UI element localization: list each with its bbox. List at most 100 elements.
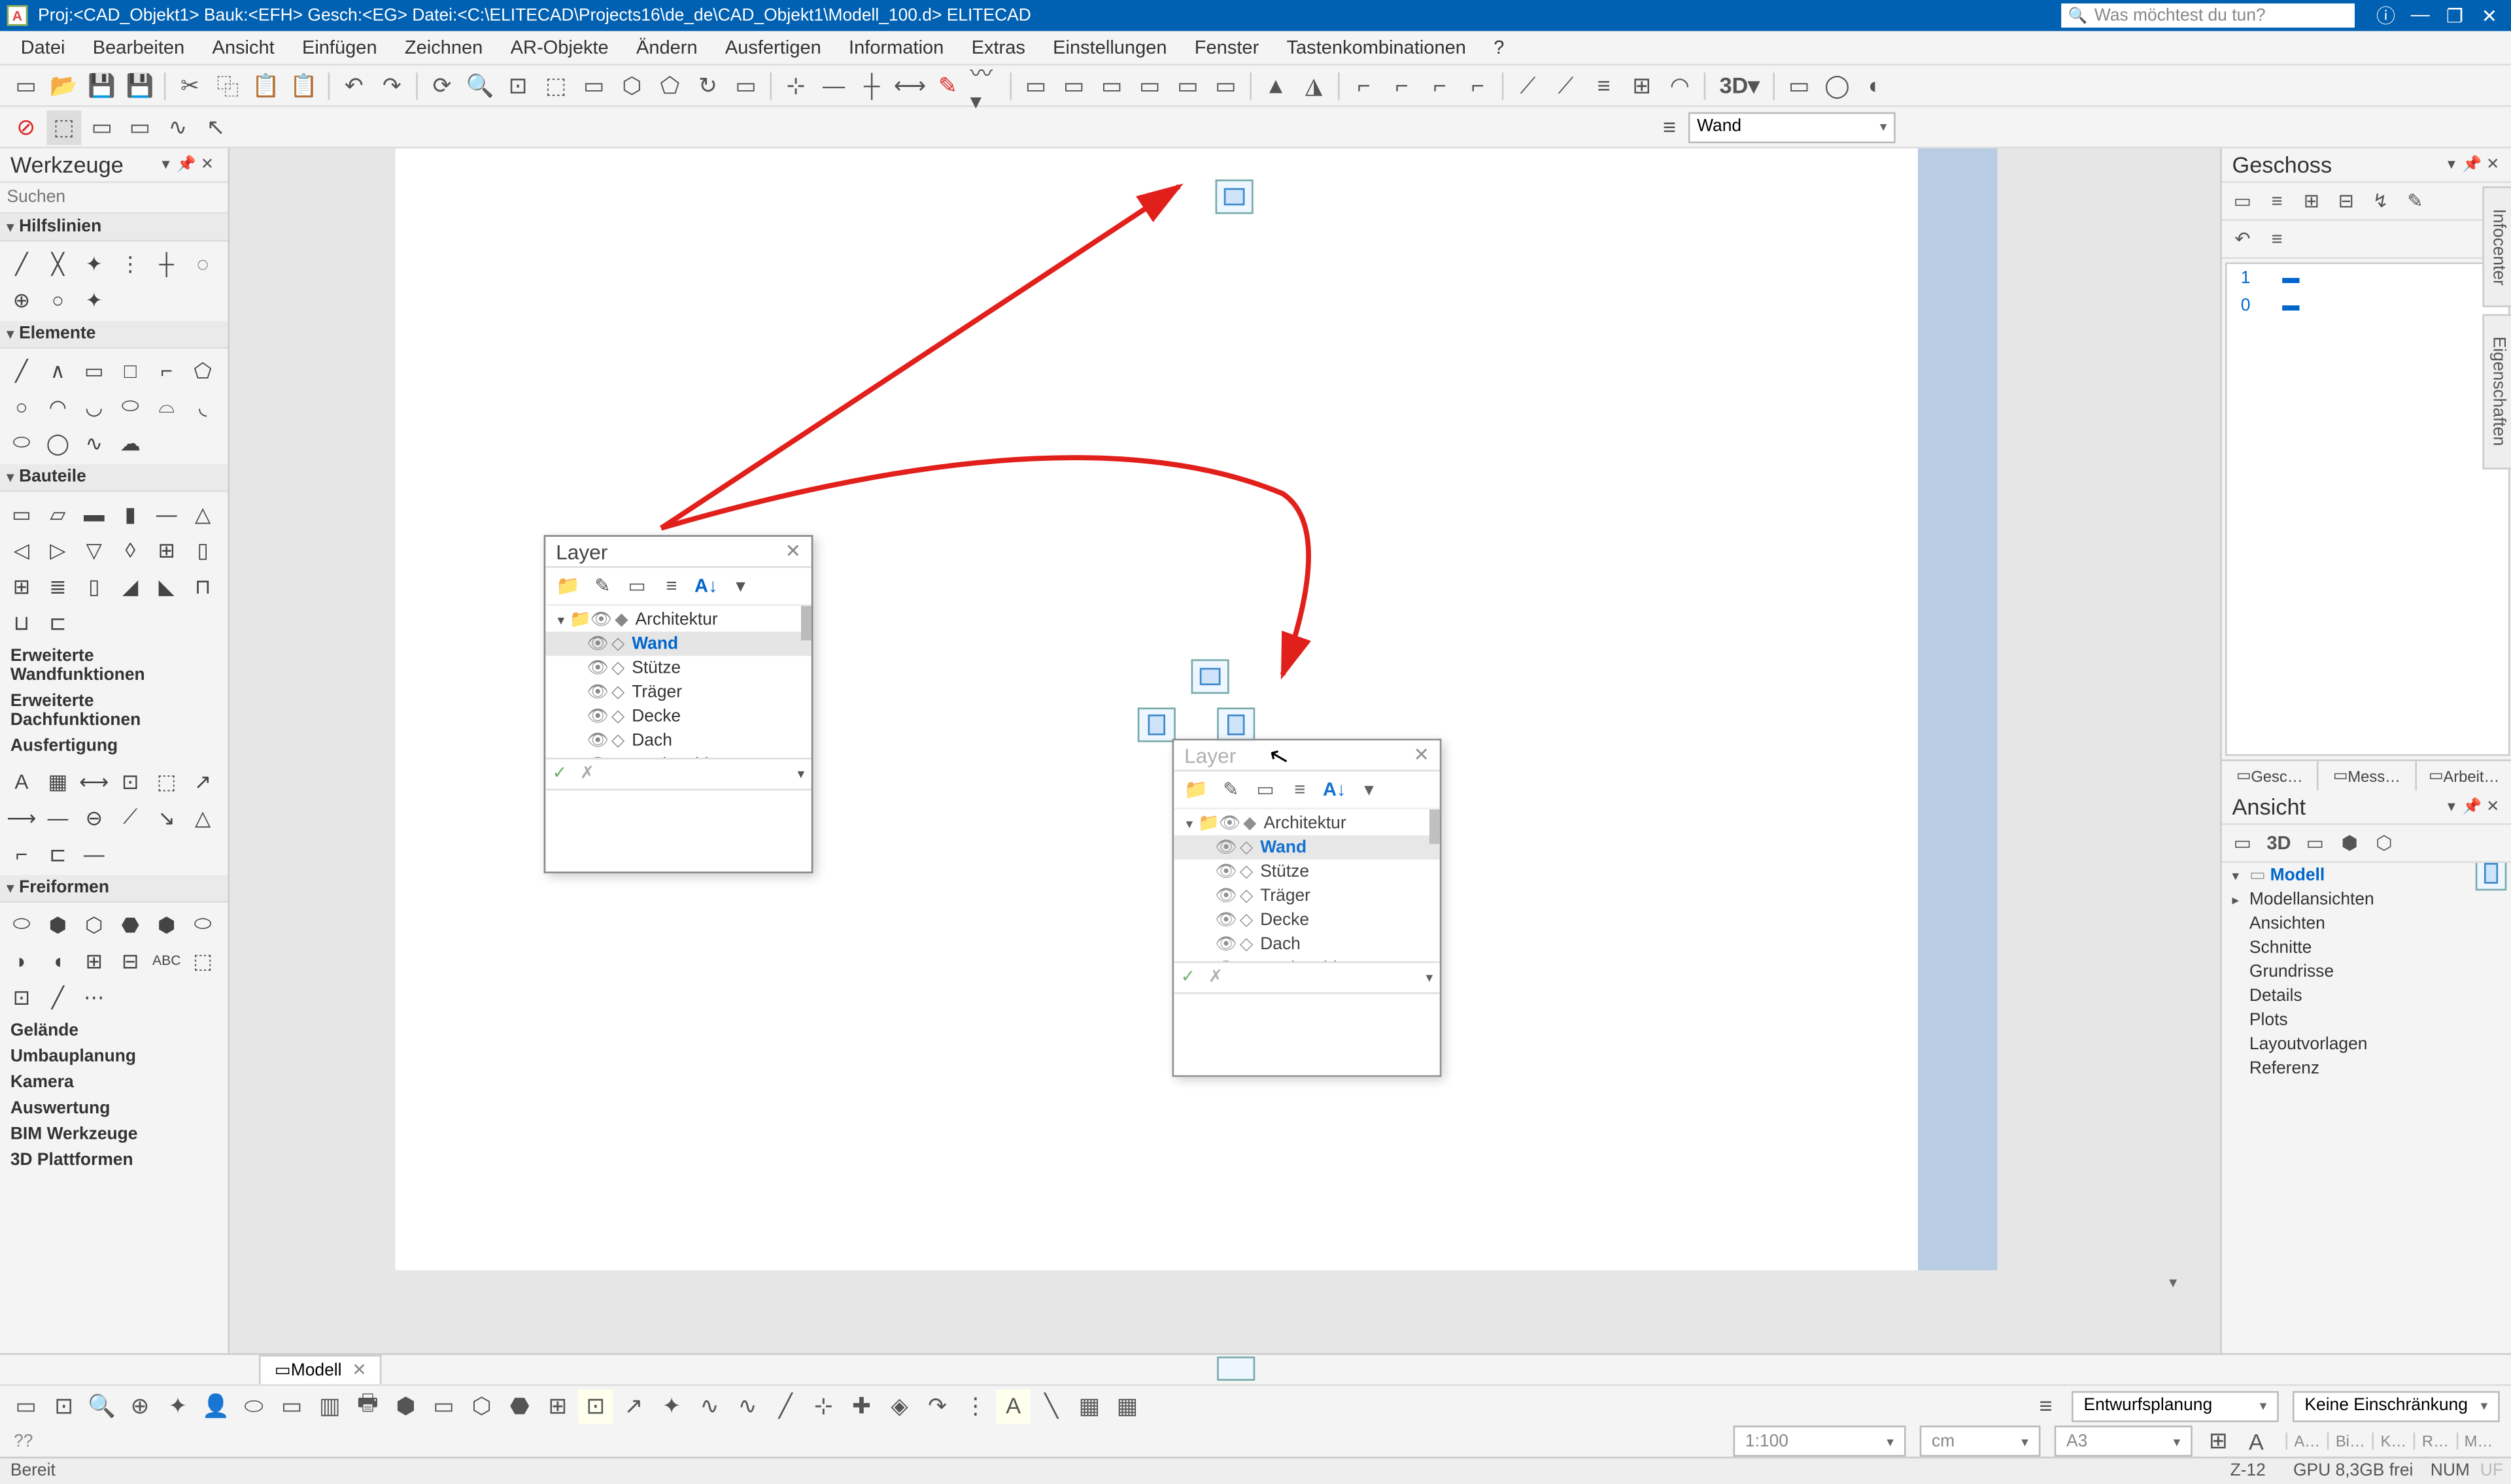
bt-x3[interactable]: ⊓ xyxy=(184,568,220,604)
el-arc2[interactable]: ◡ xyxy=(76,388,112,424)
side-tab-eigenschaften[interactable]: Eigenschaften xyxy=(2482,314,2511,469)
lp1-item-dachstuhl[interactable]: Dachstuhl xyxy=(632,755,708,758)
lp2-item-decke[interactable]: Decke xyxy=(1260,911,1309,930)
layer-icon[interactable]: ▭ xyxy=(84,110,119,144)
mirror2-icon[interactable]: ◮ xyxy=(1297,68,1331,103)
scale-selector[interactable]: 1:100 xyxy=(1733,1426,1905,1457)
el-pline[interactable]: ∧ xyxy=(40,352,76,388)
ansicht-details[interactable]: Details xyxy=(2249,987,2302,1005)
bt-13[interactable]: ⬡ xyxy=(464,1389,499,1423)
gt-3[interactable]: ⊞ xyxy=(2295,186,2329,217)
win4-icon[interactable]: ▭ xyxy=(1133,68,1167,103)
lp2-item-dach[interactable]: Dach xyxy=(1260,935,1301,954)
footer-tb-1[interactable]: ⊞ xyxy=(2201,1424,2236,1459)
zoom-all-icon[interactable]: ⊡ xyxy=(501,68,536,103)
lp2-filter-on-icon[interactable]: ✓ xyxy=(1181,968,1208,987)
lp1-item-decke[interactable]: Decke xyxy=(632,707,681,726)
lp2-tb-5[interactable]: A↓ xyxy=(1319,774,1350,805)
shape1-icon[interactable]: ▭ xyxy=(1782,68,1817,103)
trim2-icon[interactable]: ⌐ xyxy=(1384,68,1419,103)
dock-target-top[interactable] xyxy=(1216,180,1254,214)
at-2[interactable]: ▭ xyxy=(2298,828,2332,859)
bt-21[interactable]: ╱ xyxy=(768,1389,803,1423)
bt-grid[interactable]: ⊞ xyxy=(3,568,39,604)
shape3-icon[interactable]: ◐ xyxy=(1858,68,1892,103)
zoom-icon[interactable]: 🔍 xyxy=(463,68,498,103)
bt-18[interactable]: ✦ xyxy=(655,1389,689,1423)
geschoss-pin-icon[interactable]: 📌 xyxy=(2462,156,2483,175)
redo-icon[interactable]: ↷ xyxy=(375,68,409,103)
el-arc[interactable]: ◠ xyxy=(40,388,76,424)
menu-zeichnen[interactable]: Zeichnen xyxy=(391,37,497,58)
lp2-item-dachstuhl[interactable]: Dachstuhl xyxy=(1260,959,1337,962)
minimize-button[interactable]: — xyxy=(2403,5,2438,26)
dock-target-cross[interactable] xyxy=(1136,707,1257,742)
section-gelaende[interactable]: Gelände xyxy=(0,1019,228,1045)
section-elemente[interactable]: Elemente xyxy=(0,321,228,348)
el-ell[interactable]: ⬭ xyxy=(3,424,39,460)
section-hilfslinien[interactable]: Hilfslinien xyxy=(0,214,228,241)
bt-19[interactable]: ∿ xyxy=(692,1389,727,1423)
section-bauteile[interactable]: Bauteile xyxy=(0,464,228,492)
bt-23[interactable]: ✚ xyxy=(844,1389,879,1423)
at-3d[interactable]: 3D xyxy=(2260,828,2298,859)
lp2-item-wand[interactable]: Wand xyxy=(1260,838,1307,857)
side-tab-infocenter[interactable]: Infocenter xyxy=(2482,186,2511,307)
lp1-filter-on-icon[interactable]: ✓ xyxy=(553,765,580,784)
bt-slab[interactable]: ▬ xyxy=(76,496,112,531)
undo-icon[interactable]: ↶ xyxy=(337,68,371,103)
bt-rail[interactable]: ▯ xyxy=(76,568,112,604)
zoom-sel-icon[interactable]: ⬚ xyxy=(539,68,573,103)
hl-tool-4[interactable]: ⋮ xyxy=(112,245,148,281)
ff-8[interactable]: ◖ xyxy=(40,942,76,978)
af-t4[interactable]: ⊖ xyxy=(76,799,112,835)
bt-14[interactable]: ⬣ xyxy=(502,1389,537,1423)
hl-tool-6[interactable]: ◌ xyxy=(184,245,220,281)
save-as-icon[interactable]: 💾 xyxy=(122,68,157,103)
bt-8[interactable]: ▭ xyxy=(275,1389,309,1423)
ff-11[interactable]: ABC xyxy=(148,942,184,978)
ansicht-pin-icon[interactable]: 📌 xyxy=(2462,798,2483,817)
ansicht-dd-icon[interactable]: ▾ xyxy=(2441,798,2462,817)
bt-x2[interactable]: ◣ xyxy=(148,568,184,604)
save-icon[interactable]: 💾 xyxy=(84,68,119,103)
menu-einstellungen[interactable]: Einstellungen xyxy=(1039,37,1181,58)
command-line[interactable]: ?? 1:100 cm A3 ⊞ A A… Bi… K… R… M… xyxy=(0,1426,2511,1457)
dock-target-bottom[interactable] xyxy=(1217,1357,1255,1381)
section-plattformen[interactable]: 3D Plattformen xyxy=(0,1148,228,1174)
geschoss-dd-icon[interactable]: ▾ xyxy=(2441,156,2462,175)
bt-win[interactable]: ⊞ xyxy=(148,531,184,567)
floor-0[interactable]: 0 xyxy=(2241,296,2282,315)
menu-arobjekte[interactable]: AR-Objekte xyxy=(496,37,622,58)
at-4[interactable]: ⬡ xyxy=(2367,828,2402,859)
tab-geschoss[interactable]: ▭ Gesc… xyxy=(2222,761,2319,790)
paste-icon[interactable]: 📋 xyxy=(248,68,283,103)
hl-tool-9[interactable]: ✦ xyxy=(76,281,112,317)
section-kamera[interactable]: Kamera xyxy=(0,1070,228,1096)
lp1-tb-6[interactable]: ▾ xyxy=(725,571,757,602)
poly-icon[interactable]: ⬠ xyxy=(653,68,687,103)
lp2-tb-1[interactable]: 📁 xyxy=(1181,774,1212,805)
stack-icon[interactable]: ▭ xyxy=(122,110,157,144)
tab-messen[interactable]: ▭ Mess… xyxy=(2319,761,2416,790)
ansicht-schnitte[interactable]: Schnitte xyxy=(2249,938,2312,957)
menu-datei[interactable]: Datei xyxy=(7,37,79,58)
scroll-corner[interactable]: ▾ xyxy=(1997,1273,2177,1294)
lp2-item-stuetze[interactable]: Stütze xyxy=(1260,862,1309,881)
ff-1[interactable]: ⬭ xyxy=(3,906,39,942)
box-icon[interactable]: ▭ xyxy=(577,68,611,103)
geschoss-list[interactable]: 1▬ 0▬ xyxy=(2225,262,2510,756)
ff-9[interactable]: ⊞ xyxy=(76,942,112,978)
lp1-tb-5[interactable]: A↓ xyxy=(691,571,722,602)
lp2-filter-off-icon[interactable]: ✗ xyxy=(1208,968,1236,987)
af-sym[interactable]: ⬚ xyxy=(148,763,184,799)
af-dim[interactable]: ⟷ xyxy=(76,763,112,799)
bt-beam[interactable]: — xyxy=(148,496,184,531)
ff-2[interactable]: ⬢ xyxy=(40,906,76,942)
ft-4[interactable]: R… xyxy=(2414,1432,2456,1449)
shape2-icon[interactable]: ◯ xyxy=(1820,68,1854,103)
lp1-item-architektur[interactable]: Architektur xyxy=(636,610,718,629)
ff-13[interactable]: ⊡ xyxy=(3,979,39,1015)
af-dim2[interactable]: ⊡ xyxy=(112,763,148,799)
lp1-item-wand[interactable]: Wand xyxy=(632,634,678,653)
